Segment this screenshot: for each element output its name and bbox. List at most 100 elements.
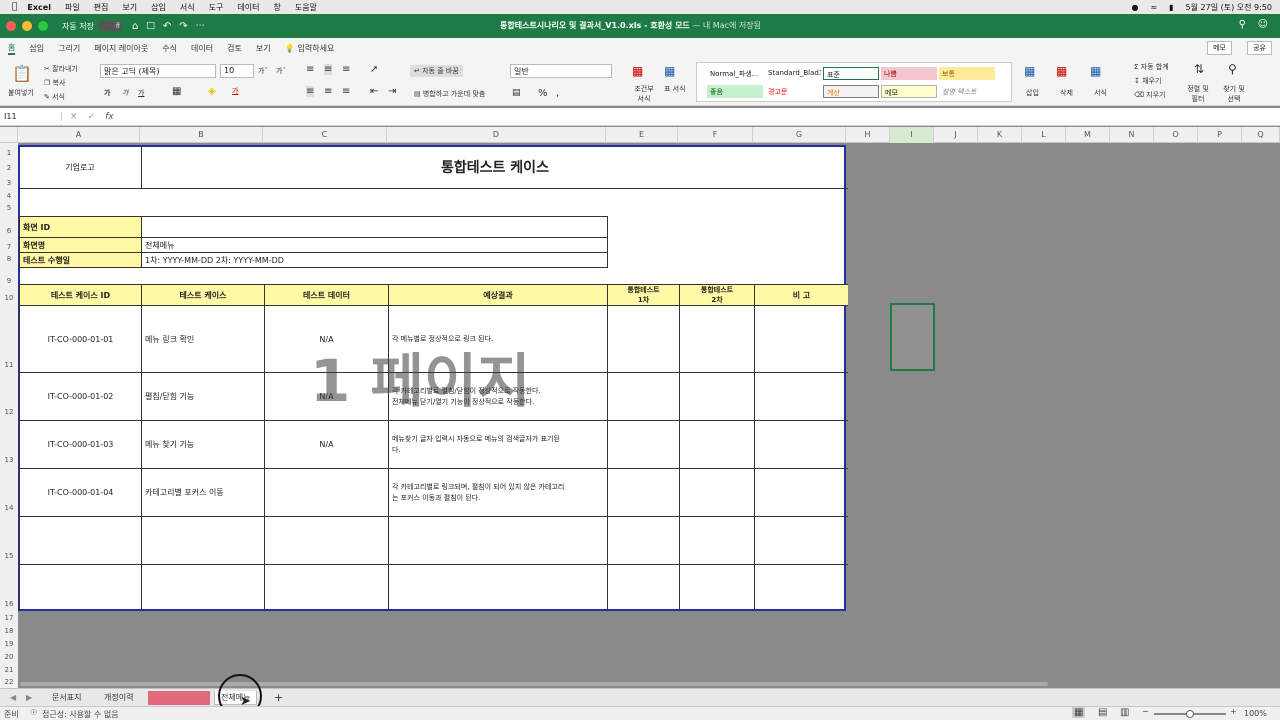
- view-page-layout-icon[interactable]: ▤: [1098, 707, 1107, 718]
- column-header[interactable]: Q: [1242, 127, 1280, 143]
- case-id-cell[interactable]: [19, 564, 142, 611]
- column-header[interactable]: O: [1154, 127, 1198, 143]
- memo-button[interactable]: 메모: [1207, 41, 1232, 55]
- style-note[interactable]: 메모: [881, 85, 937, 98]
- row-header[interactable]: 19: [0, 640, 18, 648]
- style-good[interactable]: 좋음: [707, 85, 763, 98]
- cond-format-icon[interactable]: ▦: [632, 64, 643, 78]
- case-note-cell[interactable]: [754, 564, 848, 611]
- style-normal[interactable]: Normal_파생...: [707, 67, 763, 80]
- case-name-cell[interactable]: [141, 516, 265, 565]
- record-icon[interactable]: ●: [1131, 3, 1138, 12]
- format-cells-button[interactable]: 서식: [1094, 88, 1107, 98]
- menu-help[interactable]: 도움말: [295, 2, 317, 13]
- case-name-cell[interactable]: 메뉴 찾기 기능: [141, 420, 265, 469]
- style-standard-default[interactable]: 표준: [823, 67, 879, 80]
- case-name-cell[interactable]: 카테고리별 포커스 이동: [141, 468, 265, 517]
- save-icon[interactable]: □: [146, 21, 155, 31]
- column-header[interactable]: A: [18, 127, 140, 143]
- selected-cell[interactable]: [890, 303, 935, 371]
- style-explanatory[interactable]: 설명 텍스트: [939, 85, 995, 98]
- formula-input[interactable]: [124, 110, 1280, 124]
- orientation-icon[interactable]: ➚: [370, 64, 378, 75]
- case-round1-cell[interactable]: [607, 305, 680, 373]
- align-middle-icon[interactable]: ≡: [324, 64, 333, 75]
- row-header[interactable]: 4: [0, 192, 18, 200]
- zoom-window-button[interactable]: [38, 21, 48, 31]
- number-format-select[interactable]: 일반: [510, 64, 612, 78]
- tab-review[interactable]: 검토: [227, 43, 242, 54]
- header-expected[interactable]: 예상결과: [388, 284, 608, 306]
- row-header[interactable]: 6: [0, 227, 18, 235]
- case-id-cell[interactable]: IT-CO-000-01-02: [19, 372, 142, 421]
- case-id-cell[interactable]: IT-CO-000-01-03: [19, 420, 142, 469]
- app-menu[interactable]: Excel: [27, 3, 51, 12]
- case-expected-cell[interactable]: 각 메뉴별로 정상적으로 링크 된다.: [388, 305, 608, 373]
- sheet-tab-cover[interactable]: 문서표지: [46, 691, 87, 705]
- info-value-screen-name[interactable]: 전체메뉴: [141, 237, 608, 253]
- accessibility-icon[interactable]: ☉: [30, 708, 37, 717]
- bold-button[interactable]: 가: [104, 88, 110, 98]
- case-round2-cell[interactable]: [679, 372, 755, 421]
- align-right-icon[interactable]: ≡: [342, 86, 350, 97]
- header-data[interactable]: 테스트 데이터: [264, 284, 389, 306]
- case-data-cell[interactable]: N/A: [264, 420, 389, 469]
- row-header[interactable]: 16: [0, 600, 18, 608]
- font-color-icon[interactable]: 가: [232, 86, 238, 96]
- column-header[interactable]: C: [263, 127, 387, 143]
- find-select-icon[interactable]: ⚲: [1228, 62, 1237, 76]
- column-header[interactable]: I: [890, 127, 934, 143]
- case-round1-cell[interactable]: [607, 516, 680, 565]
- format-cells-icon[interactable]: ▦: [1090, 64, 1101, 78]
- borders-icon[interactable]: ▦: [172, 86, 181, 97]
- row-header[interactable]: 22: [0, 678, 18, 686]
- tell-me-input[interactable]: 입력하세요: [298, 43, 335, 54]
- menu-edit[interactable]: 편집: [94, 2, 109, 13]
- minimize-window-button[interactable]: [22, 21, 32, 31]
- select-all-corner[interactable]: [0, 127, 18, 143]
- clear-button[interactable]: ⌫ 지우기: [1134, 90, 1165, 100]
- case-round2-cell[interactable]: [679, 564, 755, 611]
- table-format-icon[interactable]: ▦: [664, 64, 675, 78]
- insert-cells-button[interactable]: 삽입: [1026, 88, 1039, 98]
- tab-data[interactable]: 데이터: [191, 43, 213, 54]
- row-header[interactable]: 2: [0, 164, 18, 172]
- case-note-cell[interactable]: [754, 372, 848, 421]
- percent-icon[interactable]: %: [538, 88, 548, 99]
- cancel-icon[interactable]: ✕: [70, 112, 78, 122]
- align-left-icon[interactable]: ≡: [306, 86, 315, 97]
- column-header[interactable]: K: [978, 127, 1022, 143]
- row-header[interactable]: 21: [0, 666, 18, 674]
- case-id-cell[interactable]: [19, 516, 142, 565]
- row-header[interactable]: 20: [0, 653, 18, 661]
- column-header[interactable]: N: [1110, 127, 1154, 143]
- merge-center-button[interactable]: ▤ 병합하고 가운데 맞춤: [410, 88, 489, 100]
- sheet-title[interactable]: 통합테스트 케이스: [141, 146, 848, 189]
- font-grow-button[interactable]: 가ˆ: [258, 66, 268, 76]
- column-header[interactable]: J: [934, 127, 978, 143]
- currency-icon[interactable]: ▤: [512, 88, 521, 98]
- column-header[interactable]: P: [1198, 127, 1242, 143]
- case-round1-cell[interactable]: [607, 564, 680, 611]
- column-header[interactable]: D: [387, 127, 606, 143]
- header-case-id[interactable]: 테스트 케이스 ID: [19, 284, 142, 306]
- case-id-cell[interactable]: IT-CO-000-01-01: [19, 305, 142, 373]
- tab-draw[interactable]: 그리기: [58, 43, 80, 54]
- sort-filter-icon[interactable]: ⇅: [1194, 62, 1204, 76]
- tab-insert[interactable]: 삽입: [29, 43, 44, 54]
- confirm-icon[interactable]: ✓: [88, 112, 96, 122]
- copy-button[interactable]: ❐ 복사: [44, 78, 65, 88]
- case-data-cell[interactable]: [264, 468, 389, 517]
- tab-formulas[interactable]: 수식: [162, 43, 177, 54]
- case-expected-cell[interactable]: [388, 516, 608, 565]
- case-round1-cell[interactable]: [607, 420, 680, 469]
- home-icon[interactable]: ⌂: [132, 21, 138, 32]
- case-round2-cell[interactable]: [679, 305, 755, 373]
- italic-button[interactable]: 가: [122, 88, 128, 98]
- indent-decrease-icon[interactable]: ⇤: [370, 86, 378, 97]
- menu-data[interactable]: 데이터: [237, 2, 259, 13]
- case-expected-cell[interactable]: 각 카테고리별로 링크되며, 펼침이 되어 있지 않은 카테고리 는 포커스 이…: [388, 468, 608, 517]
- case-note-cell[interactable]: [754, 305, 848, 373]
- header-case[interactable]: 테스트 케이스: [141, 284, 265, 306]
- row-header[interactable]: 14: [0, 504, 18, 512]
